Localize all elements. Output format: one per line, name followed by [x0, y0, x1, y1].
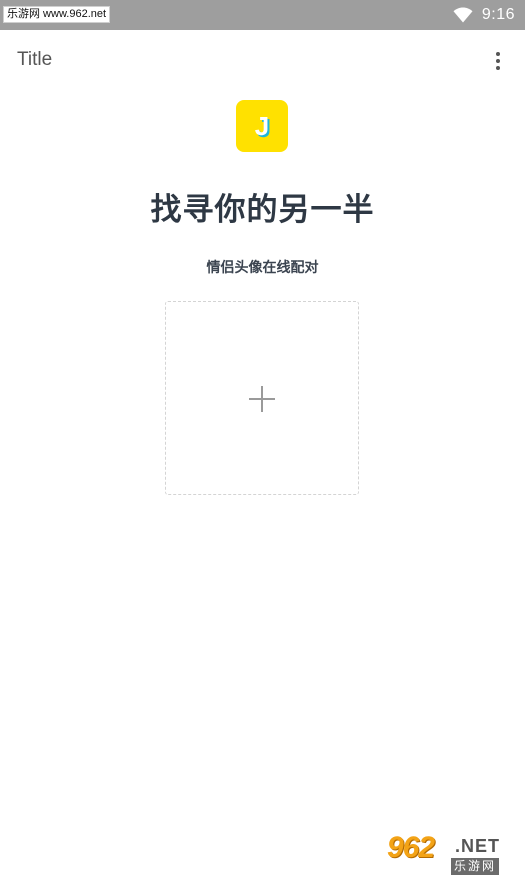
more-vert-icon[interactable] [489, 50, 507, 72]
overflow-dot [496, 66, 500, 70]
main-heading: 找寻你的另一半 [150, 192, 375, 228]
screen: 乐游网 www.962.net 9:16 Title J 找寻你的另一半 情侣头… [0, 0, 525, 884]
watermark-top: 乐游网 www.962.net [3, 6, 111, 23]
status-bar: 乐游网 www.962.net 9:16 [0, 0, 525, 30]
watermark-bottom: 962 .NET 乐游网 [387, 832, 519, 878]
app-logo: J [236, 100, 288, 152]
watermark-net: .NET [455, 836, 501, 856]
watermark-cn: 乐游网 [451, 858, 500, 875]
watermark-number: 962 [387, 831, 435, 864]
status-indicators: 9:16 [453, 0, 515, 30]
overflow-dot [496, 52, 500, 56]
status-time: 9:16 [481, 6, 515, 23]
sub-heading: 情侣头像在线配对 [206, 260, 319, 276]
wifi-icon [453, 7, 473, 23]
overflow-dot [496, 59, 500, 63]
logo-letter: J [254, 111, 270, 141]
app-title: Title [17, 49, 53, 70]
app-bar: Title [0, 30, 525, 92]
plus-icon[interactable] [249, 386, 275, 412]
